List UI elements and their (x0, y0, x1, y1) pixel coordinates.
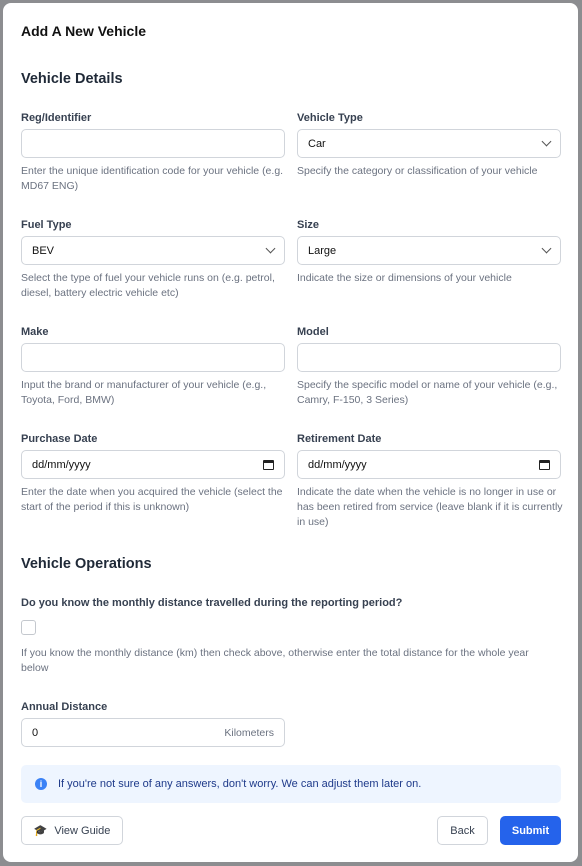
graduation-cap-icon: 🎓 (33, 825, 48, 837)
fuel-type-select[interactable]: BEV (21, 236, 285, 265)
reg-label: Reg/Identifier (21, 112, 92, 124)
back-button[interactable]: Back (437, 816, 488, 845)
purchase-date-input[interactable]: dd/mm/yyyy (21, 450, 285, 479)
add-vehicle-modal: Add A New Vehicle Vehicle Details Reg/Id… (3, 3, 578, 862)
annual-distance-input[interactable]: 0 Kilometers (21, 718, 285, 747)
section-vehicle-details: Vehicle Details (21, 71, 123, 87)
purchase-date-help: Enter the date when you acquired the veh… (21, 486, 283, 513)
chevron-down-icon (541, 243, 552, 254)
annual-distance-label: Annual Distance (21, 701, 108, 713)
vehicle-type-label: Vehicle Type (297, 112, 363, 124)
vehicle-type-select[interactable]: Car (297, 129, 561, 158)
purchase-date-label: Purchase Date (21, 433, 98, 445)
view-guide-button[interactable]: 🎓 View Guide (21, 816, 123, 845)
size-select[interactable]: Large (297, 236, 561, 265)
view-guide-label: View Guide (54, 824, 111, 837)
chevron-down-icon (541, 136, 552, 147)
modal-title: Add A New Vehicle (21, 23, 146, 39)
reg-help: Enter the unique identification code for… (21, 165, 284, 192)
submit-button[interactable]: Submit (500, 816, 561, 845)
fuel-type-label: Fuel Type (21, 219, 72, 231)
model-help: Specify the specific model or name of yo… (297, 379, 558, 406)
calendar-icon[interactable] (539, 459, 550, 470)
unit-label: Kilometers (224, 726, 274, 739)
monthly-distance-help: If you know the monthly distance (km) th… (21, 647, 529, 674)
make-input[interactable] (21, 343, 285, 372)
make-label: Make (21, 326, 49, 338)
model-label: Model (297, 326, 329, 338)
size-label: Size (297, 219, 320, 231)
chevron-down-icon (265, 243, 276, 254)
size-help: Indicate the size or dimensions of your … (297, 272, 512, 284)
make-help: Input the brand or manufacturer of your … (21, 379, 267, 406)
monthly-distance-question: Do you know the monthly distance travell… (21, 597, 403, 609)
monthly-distance-checkbox[interactable] (21, 620, 36, 635)
info-banner: i If you're not sure of any answers, don'… (21, 765, 561, 803)
retirement-date-input[interactable]: dd/mm/yyyy (297, 450, 561, 479)
vehicle-type-help: Specify the category or classification o… (297, 165, 538, 177)
info-text: If you're not sure of any answers, don't… (58, 778, 422, 790)
info-icon: i (35, 778, 47, 790)
reg-input[interactable] (21, 129, 285, 158)
retirement-date-help: Indicate the date when the vehicle is no… (297, 486, 563, 528)
retirement-date-label: Retirement Date (297, 433, 382, 445)
calendar-icon[interactable] (263, 459, 274, 470)
model-input[interactable] (297, 343, 561, 372)
section-vehicle-operations: Vehicle Operations (21, 556, 152, 572)
fuel-type-help: Select the type of fuel your vehicle run… (21, 272, 275, 299)
